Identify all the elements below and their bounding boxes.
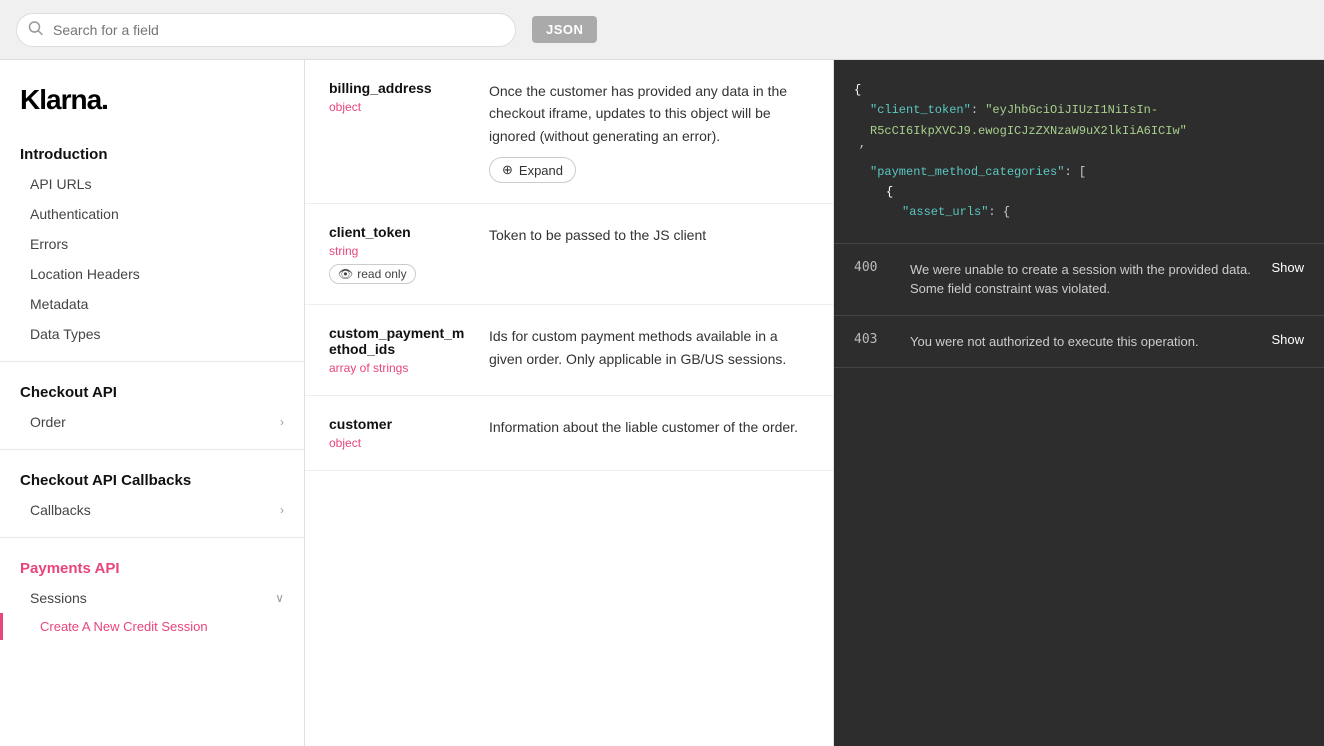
search-wrapper xyxy=(16,13,516,47)
field-desc-client-token: Token to be passed to the JS client xyxy=(489,224,809,284)
field-row-customer: customer object Information about the li… xyxy=(305,396,833,471)
field-row-custom-payment-method-ids: custom_payment_method_ids array of strin… xyxy=(305,305,833,396)
field-desc-custom-payment: Ids for custom payment methods available… xyxy=(489,325,809,375)
code-block: { "client_token": "eyJhbGciOiJIUzI1NiIsI… xyxy=(834,60,1324,244)
section-title-checkout-callbacks: Checkout API Callbacks xyxy=(0,462,304,495)
code-inner-brace: { xyxy=(854,182,893,202)
section-title-checkout-api: Checkout API xyxy=(0,374,304,407)
field-badge-read-only: 👁 read only xyxy=(329,264,416,284)
response-desc-400: We were unable to create a session with … xyxy=(910,260,1255,299)
response-desc-403: You were not authorized to execute this … xyxy=(910,332,1255,352)
field-desc-customer: Information about the liable customer of… xyxy=(489,416,809,450)
section-title-payments-api[interactable]: Payments API xyxy=(0,550,304,583)
sidebar-item-create-credit-session[interactable]: Create A New Credit Session xyxy=(0,613,304,640)
code-payment-categories-key: "payment_method_categories": [ xyxy=(854,162,1086,182)
chevron-down-icon-sessions: ∨ xyxy=(275,591,284,605)
field-left-client-token: client_token string 👁 read only xyxy=(329,224,469,284)
right-panel: { "client_token": "eyJhbGciOiJIUzI1NiIsI… xyxy=(834,60,1324,746)
search-icon xyxy=(28,20,44,39)
field-left-customer: customer object xyxy=(329,416,469,450)
chevron-right-icon-callbacks: › xyxy=(280,503,284,517)
sidebar-item-location-headers[interactable]: Location Headers xyxy=(0,259,304,289)
field-type-customer: object xyxy=(329,436,469,450)
sidebar-divider-1 xyxy=(0,361,304,362)
code-ellipsis: ’ xyxy=(854,141,865,161)
field-row-client-token: client_token string 👁 read only Token to… xyxy=(305,204,833,305)
sidebar-item-api-urls[interactable]: API URLs xyxy=(0,169,304,199)
response-show-400[interactable]: Show xyxy=(1271,260,1304,275)
response-code-400: 400 xyxy=(854,260,894,275)
response-show-403[interactable]: Show xyxy=(1271,332,1304,347)
section-title-introduction: Introduction xyxy=(0,136,304,169)
field-left-billing-address: billing_address object xyxy=(329,80,469,183)
json-button[interactable]: JSON xyxy=(532,16,597,43)
eye-icon: 👁 xyxy=(338,267,353,281)
field-type-client-token: string xyxy=(329,244,469,258)
sidebar-item-data-types[interactable]: Data Types xyxy=(0,319,304,349)
code-client-token-key: "client_token": "eyJhbGciOiJIUzI1NiIsIn-… xyxy=(854,100,1304,141)
logo: Klarna. xyxy=(0,60,304,136)
top-bar: JSON xyxy=(0,0,1324,60)
field-name-client-token: client_token xyxy=(329,224,469,240)
expand-icon: ⊕ xyxy=(502,162,513,178)
expand-button-billing-address[interactable]: ⊕ Expand xyxy=(489,157,576,183)
sidebar-item-sessions[interactable]: Sessions ∨ xyxy=(0,583,304,613)
field-name-customer: customer xyxy=(329,416,469,432)
response-row-400: 400 We were unable to create a session w… xyxy=(834,244,1324,316)
sidebar: Klarna. Introduction API URLs Authentica… xyxy=(0,60,305,746)
sidebar-item-metadata[interactable]: Metadata xyxy=(0,289,304,319)
field-name-billing-address: billing_address xyxy=(329,80,469,96)
sidebar-item-callbacks[interactable]: Callbacks › xyxy=(0,495,304,525)
field-name-custom-payment: custom_payment_method_ids xyxy=(329,325,469,357)
code-open-brace: { xyxy=(854,83,861,97)
chevron-right-icon: › xyxy=(280,415,284,429)
sidebar-divider-2 xyxy=(0,449,304,450)
sidebar-item-authentication[interactable]: Authentication xyxy=(0,199,304,229)
response-row-403: 403 You were not authorized to execute t… xyxy=(834,316,1324,369)
main-layout: Klarna. Introduction API URLs Authentica… xyxy=(0,60,1324,746)
field-left-custom-payment: custom_payment_method_ids array of strin… xyxy=(329,325,469,375)
middle-content: billing_address object Once the customer… xyxy=(305,60,834,746)
field-type-billing-address: object xyxy=(329,100,469,114)
field-type-custom-payment: array of strings xyxy=(329,361,469,375)
field-desc-billing-address: Once the customer has provided any data … xyxy=(489,80,809,183)
response-table: 400 We were unable to create a session w… xyxy=(834,244,1324,746)
sidebar-divider-3 xyxy=(0,537,304,538)
sidebar-item-order[interactable]: Order › xyxy=(0,407,304,437)
sidebar-item-errors[interactable]: Errors xyxy=(0,229,304,259)
code-asset-urls-key: "asset_urls": { xyxy=(854,202,1010,222)
field-row-billing-address: billing_address object Once the customer… xyxy=(305,60,833,204)
search-input[interactable] xyxy=(16,13,516,47)
response-code-403: 403 xyxy=(854,332,894,347)
